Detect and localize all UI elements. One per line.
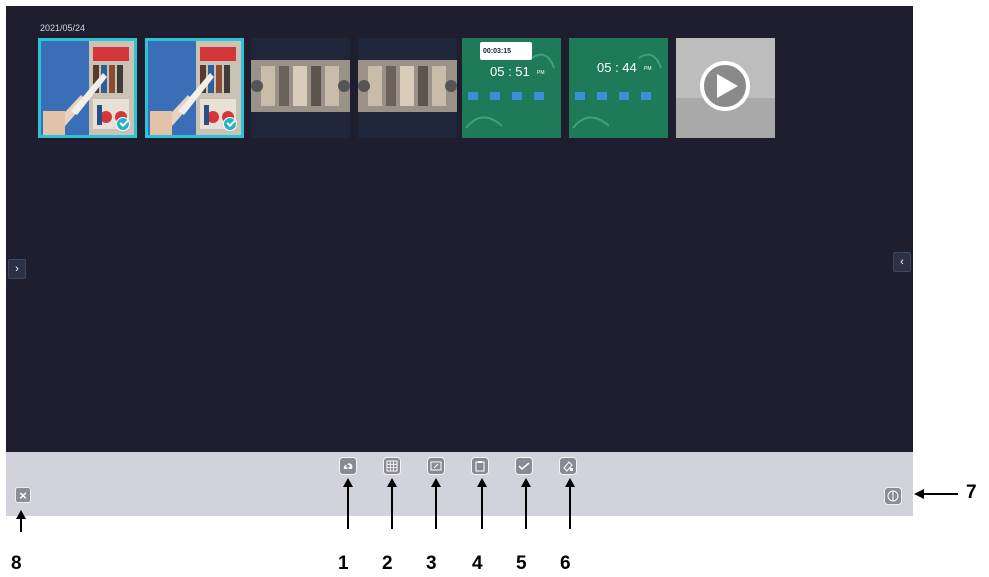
thumbnail-pattern-1[interactable] [251, 38, 350, 138]
device-screen: 2021/05/24 00:03:15 05: 51 PM 05: 44 P… [6, 6, 913, 516]
thumbnail-pattern-2[interactable] [358, 38, 457, 138]
whiteboard-icon [430, 461, 442, 471]
left-panel-handle[interactable]: › [8, 259, 26, 279]
app-icons [465, 53, 555, 129]
checkmark-icon [518, 462, 530, 471]
thumbnail-screen-1[interactable]: 00:03:15 05 : 51 PM [462, 38, 561, 138]
selected-check-icon [116, 117, 130, 131]
callout-label-5: 5 [516, 553, 527, 574]
app-icons [572, 53, 662, 129]
callout-arrow-6 [565, 478, 575, 487]
play-icon [676, 38, 775, 138]
callout-arrow-3 [431, 478, 441, 487]
callout-line-4 [481, 484, 483, 529]
close-button[interactable]: × [15, 487, 31, 503]
eraser-icon [563, 461, 573, 472]
gallery-panel: 2021/05/24 00:03:15 05: 51 PM 05: 44 P… [6, 6, 913, 451]
callout-line-2 [391, 484, 393, 529]
callout-arrow-4 [477, 478, 487, 487]
callout-label-1: 1 [338, 553, 349, 574]
grid-button[interactable] [383, 457, 401, 475]
pattern-image [251, 38, 350, 138]
callout-arrow-2 [387, 478, 397, 487]
upload-button[interactable] [339, 457, 357, 475]
callout-line-6 [569, 484, 571, 529]
grid-icon [386, 460, 398, 472]
switch-button[interactable] [884, 487, 902, 505]
callout-label-2: 2 [382, 553, 393, 574]
thumbnail-video[interactable] [676, 38, 775, 138]
callout-label-4: 4 [472, 553, 483, 574]
callout-label-8: 8 [11, 553, 22, 574]
thumbnail-screen-2[interactable]: 05 : 44 PM [569, 38, 668, 138]
selected-check-icon [223, 117, 237, 131]
callout-arrow-5 [521, 478, 531, 487]
callout-line-5 [525, 484, 527, 529]
callout-line-1 [347, 484, 349, 529]
eraser-button[interactable] [559, 457, 577, 475]
whiteboard-button[interactable] [427, 457, 445, 475]
thumbnail-photo-1[interactable] [38, 38, 137, 138]
clipboard-button[interactable] [471, 457, 489, 475]
chevron-right-icon: › [15, 263, 19, 275]
right-panel-handle[interactable]: ‹ [893, 252, 911, 272]
callout-line-7 [924, 493, 958, 495]
callout-label-3: 3 [426, 553, 437, 574]
callout-arrow-8 [16, 510, 26, 519]
callout-arrow-1 [343, 478, 353, 487]
cloud-upload-icon [343, 463, 353, 470]
clipboard-icon [475, 461, 485, 472]
callout-label-6: 6 [560, 553, 571, 574]
close-icon: × [19, 487, 27, 503]
callout-line-3 [435, 484, 437, 529]
check-button[interactable] [515, 457, 533, 475]
callout-arrow-7 [914, 489, 924, 499]
pattern-image [358, 38, 457, 138]
callout-label-7: 7 [966, 482, 977, 503]
thumbnail-photo-2[interactable] [145, 38, 244, 138]
date-label: 2021/05/24 [40, 23, 86, 33]
bottom-toolbar: × [6, 452, 913, 516]
chevron-left-icon: ‹ [900, 256, 904, 268]
switch-icon [887, 490, 899, 502]
